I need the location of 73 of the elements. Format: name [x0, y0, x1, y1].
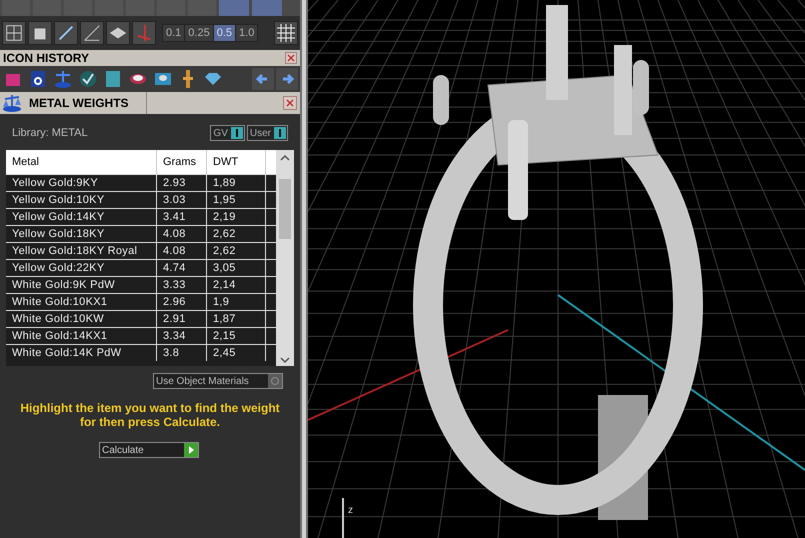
- snap-button[interactable]: 0.1: [163, 25, 184, 41]
- close-button[interactable]: [283, 96, 297, 110]
- grid-icon: [276, 23, 296, 43]
- table-cell: Yellow Gold:9KY: [6, 175, 157, 191]
- table-cell: 2.91: [157, 311, 207, 327]
- panel-title: METAL WEIGHTS: [29, 95, 130, 112]
- table-cell: Yellow Gold:18KY Royal: [6, 243, 157, 259]
- calculate-button[interactable]: Calculate: [99, 442, 199, 458]
- snap-button[interactable]: 0.5: [214, 25, 236, 41]
- table-cell: Yellow Gold:22KY: [6, 260, 157, 276]
- column-header[interactable]: Metal: [6, 150, 157, 174]
- check-icon: [78, 69, 98, 89]
- table-cell: White Gold:10KW: [6, 311, 157, 327]
- table-cell: 4.08: [157, 243, 207, 259]
- table-cell: 2,62: [207, 243, 266, 259]
- close-button[interactable]: [285, 52, 297, 64]
- scroll-down-icon: [280, 356, 290, 364]
- library-label: Library: METAL: [12, 126, 88, 141]
- table-cell: 2,15: [207, 328, 266, 344]
- table-cell: 2,14: [207, 277, 266, 293]
- table-cell: 1,87: [207, 311, 266, 327]
- table-cell: 1,89: [207, 175, 266, 191]
- angle-icon: [82, 23, 102, 43]
- close-icon: [286, 99, 294, 107]
- table-cell: Yellow Gold:14KY: [6, 209, 157, 225]
- axis-line: [342, 498, 344, 538]
- panel-title: ICON HISTORY: [3, 50, 90, 67]
- tool-button[interactable]: [54, 21, 78, 45]
- tool-button[interactable]: [2, 21, 26, 45]
- table-cell: White Gold:9K PdW: [6, 277, 157, 293]
- table-cell: White Gold:14KX1: [6, 328, 157, 344]
- table-cell: 2,19: [207, 209, 266, 225]
- tool-button[interactable]: [106, 21, 130, 45]
- scrollbar[interactable]: [276, 150, 294, 366]
- line-icon: [56, 23, 76, 43]
- tool-button[interactable]: [28, 21, 52, 45]
- table-cell: 2,45: [207, 345, 266, 361]
- tool-button[interactable]: [80, 21, 104, 45]
- snap-button[interactable]: 0.25: [185, 25, 213, 41]
- grid-icon: [4, 23, 24, 43]
- table-cell: 3,05: [207, 260, 266, 276]
- table-cell: 2,62: [207, 226, 266, 242]
- table-cell: Yellow Gold:10KY: [6, 192, 157, 208]
- toggle-switch[interactable]: GV: [210, 125, 245, 141]
- table-cell: Yellow Gold:18KY: [6, 226, 157, 242]
- table-cell: 3.41: [157, 209, 207, 225]
- close-icon: [287, 54, 295, 62]
- table-cell: 3.8: [157, 345, 207, 361]
- toggle-switch[interactable]: User: [246, 125, 288, 141]
- use-object-materials-checkbox[interactable]: Use Object Materials: [153, 373, 283, 389]
- table-cell: 3.03: [157, 192, 207, 208]
- snap-button[interactable]: 1.0: [236, 25, 258, 41]
- table-cell: 2.93: [157, 175, 207, 191]
- table-cell: 3.34: [157, 328, 207, 344]
- back-button[interactable]: [252, 68, 274, 90]
- history-button[interactable]: [77, 68, 98, 90]
- column-header[interactable]: DWT: [207, 150, 266, 174]
- scroll-up-icon: [280, 154, 290, 162]
- play-icon: [184, 443, 198, 457]
- table-cell: White Gold:10KX1: [6, 294, 157, 310]
- table-cell: 1,9: [207, 294, 266, 310]
- table-cell: 4.74: [157, 260, 207, 276]
- column-header[interactable]: Grams: [157, 150, 207, 174]
- axis-label: z: [348, 504, 353, 518]
- table-cell: 2.96: [157, 294, 207, 310]
- table-cell: White Gold:14K PdW: [6, 345, 157, 361]
- grid-snap-button[interactable]: [274, 21, 298, 45]
- instruction-text: Highlight the item you want to find the weight for then press Calculate.: [19, 401, 281, 429]
- table-cell: 1,95: [207, 192, 266, 208]
- table-cell: 3.33: [157, 277, 207, 293]
- scrollbar-thumb[interactable]: [279, 179, 291, 239]
- forward-button[interactable]: [276, 68, 298, 90]
- table-cell: 4.08: [157, 226, 207, 242]
